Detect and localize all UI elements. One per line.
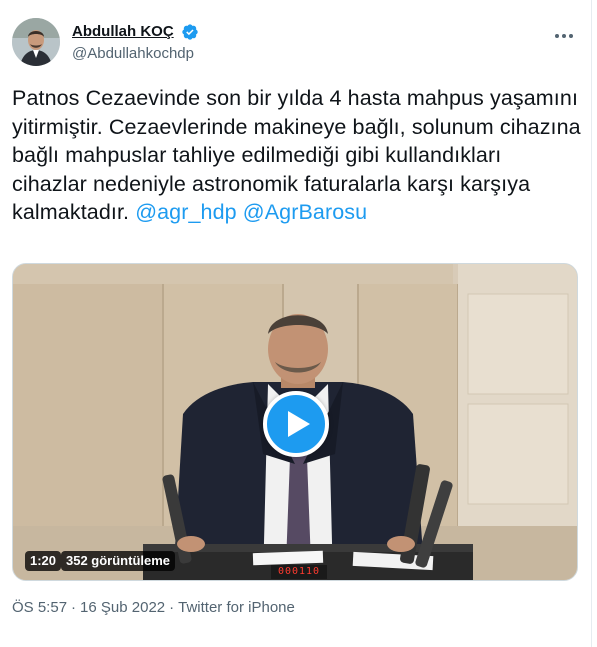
play-icon — [287, 411, 310, 437]
more-dot — [555, 34, 559, 38]
avatar-image — [12, 18, 60, 66]
verified-badge-icon — [182, 24, 198, 40]
tweet-header: Abdullah KOÇ @Abdullahkochdp — [12, 14, 584, 70]
tweet-date[interactable]: 16 Şub 2022 — [80, 599, 165, 616]
mention-agrbarosu[interactable]: @AgrBarosu — [243, 200, 367, 224]
author-display-name[interactable]: Abdullah KOÇ — [72, 22, 174, 42]
tweet-card: Abdullah KOÇ @Abdullahkochdp Patnos Ceza… — [0, 0, 597, 647]
mention-agr-hdp[interactable]: @agr_hdp — [135, 200, 237, 224]
video-views-badge: 352 görüntüleme — [61, 551, 176, 571]
meta-separator: · — [169, 599, 175, 616]
more-dot — [562, 34, 566, 38]
video-duration-badge: 1:20 — [25, 551, 62, 571]
author-handle[interactable]: @Abdullahkochdp — [72, 44, 199, 64]
tweet-meta: ÖS 5:57 · 16 Şub 2022 · Twitter for iPhone — [12, 598, 295, 618]
more-options-icon[interactable] — [552, 26, 576, 46]
tweet-text: Patnos Cezaevinde son bir yılda 4 hasta … — [12, 84, 582, 227]
meta-separator: · — [71, 599, 77, 616]
play-button[interactable] — [263, 391, 329, 457]
author-names: Abdullah KOÇ @Abdullahkochdp — [72, 22, 199, 64]
more-dot — [569, 34, 573, 38]
avatar[interactable] — [12, 18, 60, 66]
video-player[interactable]: 000110 1:20 352 görüntüleme — [12, 263, 578, 581]
podium-timer: 000110 — [271, 565, 327, 579]
tweet-time[interactable]: ÖS 5:57 — [12, 599, 67, 616]
tweet-client[interactable]: Twitter for iPhone — [178, 599, 295, 616]
